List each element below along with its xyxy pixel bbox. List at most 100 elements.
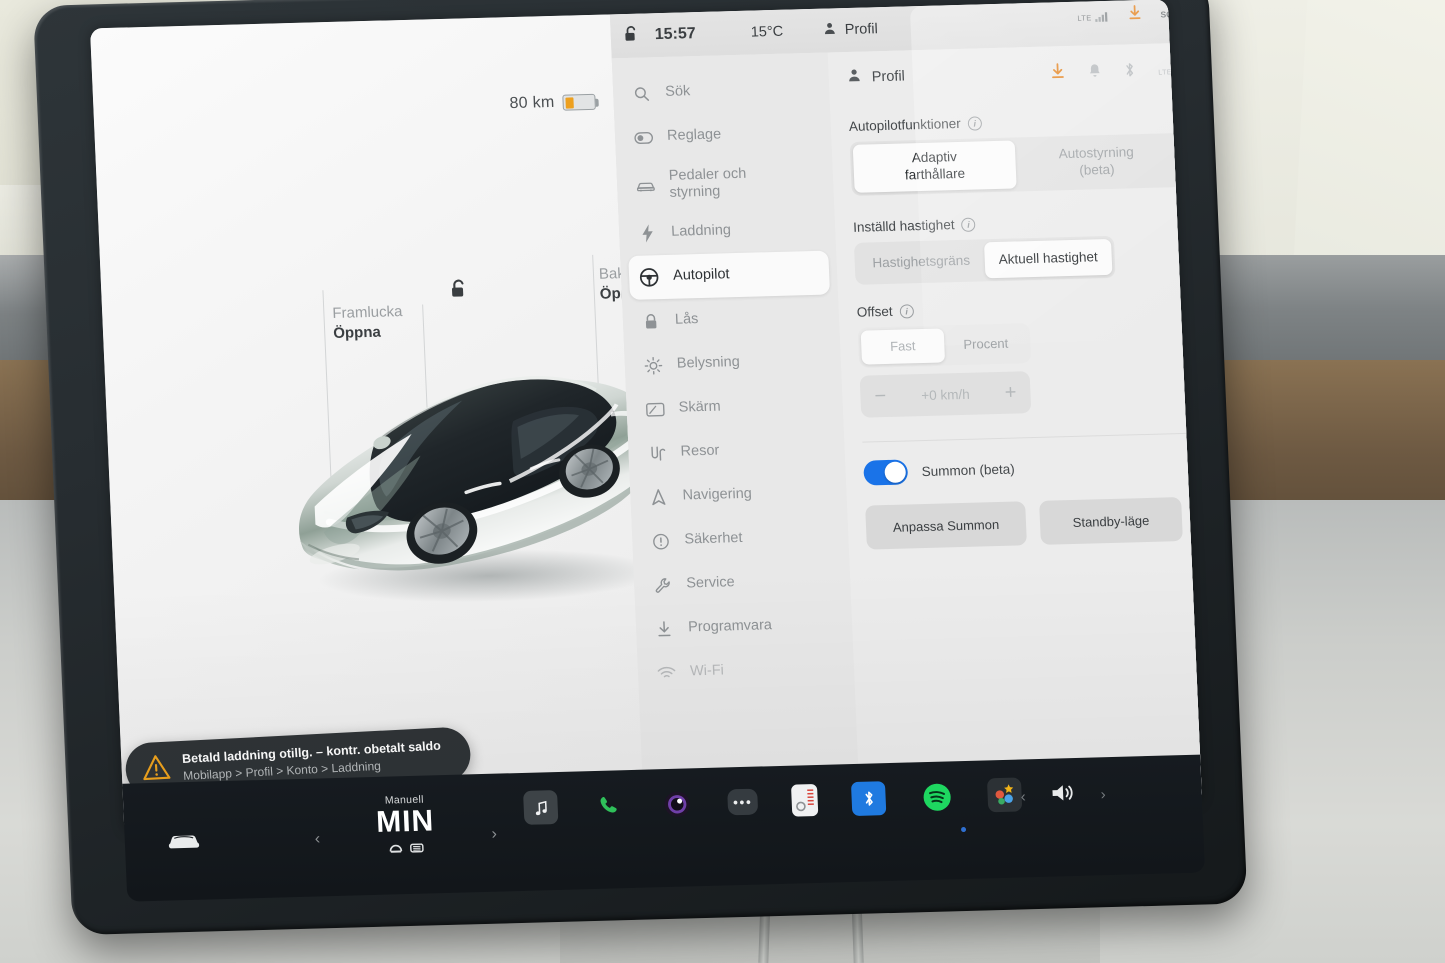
panel-status-icons: LTE [1050,59,1189,86]
sidebar-item-label: Programvara [687,617,773,636]
section-label-text: Autopilotfunktioner [848,115,962,134]
person-icon [846,68,862,87]
navigation-arrow-icon [648,487,669,508]
warning-triangle-icon [141,753,172,785]
display-icon [644,399,665,420]
climate-app-icon[interactable] [790,783,819,817]
speaker-icon[interactable] [1049,782,1077,809]
offset-decrement-button[interactable]: − [874,385,887,407]
sidebar-item-sok[interactable]: Sök [620,67,822,116]
sidebar-item-las[interactable]: Lås [630,295,832,344]
outside-temperature: 15°C [750,23,784,41]
hastighetsgrans-option[interactable]: Hastighetsgräns [857,242,986,281]
download-icon[interactable] [1127,4,1143,26]
autostyrning-option[interactable]: Autostyrning (beta) [1015,136,1179,188]
sidebar-item-belysning[interactable]: Belysning [632,338,834,387]
section-label-text: Offset [856,303,893,320]
lightning-bolt-icon [637,223,658,244]
vehicle-visualization-panel: 80 km Framlucka Öppna Baklucka Öppna [90,14,671,834]
wifi-icon [656,663,677,684]
sidebar-item-label: Sök [664,83,691,101]
sidebar-item-resor[interactable]: Resor [636,426,838,475]
bluetooth-icon[interactable] [1124,61,1137,83]
bell-icon[interactable] [1088,62,1103,83]
summon-toggle[interactable] [863,459,909,486]
download-icon [654,619,675,640]
adaptiv-farthallare-option[interactable]: Adaptiv farthållare [852,140,1017,193]
lte-label: LTE [1158,69,1173,77]
summon-buttons: Anpassa Summon Standby-läge [865,497,1197,550]
settings-sidebar: Sök Reglage Pedaler och styrning Laddnin… [611,52,861,820]
camera-app-icon[interactable] [659,786,694,821]
info-icon[interactable]: i [961,217,976,232]
offset-increment-button[interactable]: + [1004,381,1017,403]
car-front-icon [635,175,656,196]
standby-lage-button[interactable]: Standby-läge [1039,497,1183,545]
sidebar-item-service[interactable]: Service [641,558,843,607]
aktuell-hastighet-option[interactable]: Aktuell hastighet [983,238,1113,279]
autopilot-features-label: Autopilotfunktioner i [849,110,1180,134]
summon-toggle-row: Summon (beta) [863,452,1194,486]
sidebar-item-navigering[interactable]: Navigering [638,470,840,519]
phone-app-icon[interactable] [591,788,626,823]
sidebar-item-wifi[interactable]: Wi-Fi [645,646,847,695]
offset-label: Offset i [857,296,1188,320]
sidebar-item-label: Lås [674,311,699,329]
rear-defrost-icon[interactable] [409,839,425,857]
download-icon[interactable] [1050,62,1067,85]
climate-decrease-button[interactable]: ‹ [315,830,321,848]
anpassa-summon-button[interactable]: Anpassa Summon [865,501,1027,550]
settings-body: Sök Reglage Pedaler och styrning Laddnin… [611,42,1203,820]
offset-fast-option[interactable]: Fast [860,328,946,365]
info-icon[interactable]: i [899,303,914,319]
toybox-app-icon[interactable] [986,777,1023,813]
sidebar-item-label: Pedaler och styrning [668,165,747,201]
sidebar-item-label: Säkerhet [684,530,743,548]
sidebar-item-label: Reglage [666,126,722,145]
set-speed-segmented-control: Hastighetsgräns Aktuell hastighet [853,235,1116,285]
search-icon [631,83,652,104]
offset-stepper[interactable]: − +0 km/h + [859,371,1032,418]
section-divider [862,432,1193,443]
clock: 15:57 [654,25,697,44]
offset-procent-option[interactable]: Procent [944,326,1028,362]
sidebar-item-pedaler-och-styrning[interactable]: Pedaler och styrning [624,155,826,212]
offset-value: +0 km/h [920,386,970,403]
profile-button[interactable]: Profil [822,20,878,39]
sidebar-item-sakerhet[interactable]: Säkerhet [640,514,842,563]
sidebar-item-label: Service [685,574,735,592]
profile-label: Profil [844,21,879,39]
media-app-icon[interactable] [523,790,559,825]
climate-increase-button[interactable]: › [491,826,497,844]
unlocked-padlock-icon[interactable] [446,276,473,303]
volume-previous-button[interactable]: ‹ [1020,788,1026,805]
autopilot-features-segmented-control: Adaptiv farthållare Autostyrning (beta) [849,133,1182,196]
spotify-app-icon[interactable] [919,779,954,814]
toggle-icon [633,127,654,148]
set-speed-label: Inställd hastighet i [853,211,1184,235]
sidebar-item-programvara[interactable]: Programvara [643,602,845,651]
sidebar-item-laddning[interactable]: Laddning [626,207,828,256]
seat-heater-icon[interactable] [388,840,404,858]
info-icon[interactable]: i [967,115,982,131]
app-launcher-row: ••• [523,777,1023,825]
person-icon [822,21,837,39]
unlocked-padlock-icon[interactable] [620,23,643,51]
screen-display: 80 km Framlucka Öppna Baklucka Öppna [90,0,1203,834]
offset-segmented-control: Fast Procent [857,323,1032,368]
volume-control: ‹ › [1020,781,1106,809]
trips-icon [646,443,667,464]
autopilot-settings-content: Profil LTE Autopilotfunktioner i Adaptiv… [827,42,1203,814]
sidebar-item-label: Belysning [676,354,741,373]
sidebar-item-label: Navigering [682,486,753,504]
sidebar-item-reglage[interactable]: Reglage [622,111,824,160]
volume-next-button[interactable]: › [1100,786,1106,803]
sidebar-item-autopilot[interactable]: Autopilot [628,250,831,300]
sidebar-item-label: Skärm [678,398,722,417]
car-front-icon[interactable] [166,830,201,857]
bluetooth-app-icon[interactable] [850,781,887,817]
more-apps-icon[interactable]: ••• [727,788,759,816]
front-trunk-control[interactable]: Framlucka Öppna [332,302,404,343]
lte-signal-icon: LTE [1077,10,1110,22]
sidebar-item-skarm[interactable]: Skärm [634,382,836,431]
